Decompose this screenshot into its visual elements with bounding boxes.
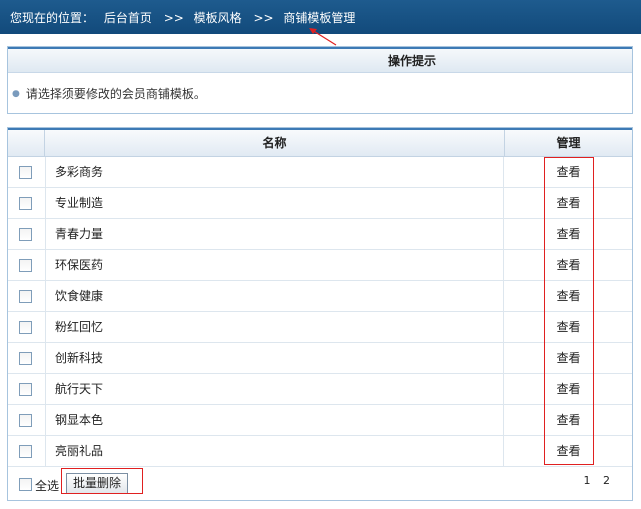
template-name: 航行天下: [45, 374, 504, 404]
template-table: 名称 管理 多彩商务 查看 专业制造 查看 青春力量 查看 环保医药 查看 饮食…: [7, 127, 633, 501]
template-name: 粉红回忆: [45, 312, 504, 342]
table-row: 粉红回忆 查看: [8, 312, 632, 343]
bullet-icon: ●: [12, 89, 20, 99]
row-checkbox[interactable]: [19, 321, 32, 334]
breadcrumb-prefix: 您现在的位置：: [10, 11, 95, 25]
table-row: 多彩商务 查看: [8, 157, 632, 188]
row-checkbox[interactable]: [19, 352, 32, 365]
table-row: 航行天下 查看: [8, 374, 632, 405]
table-row: 钢显本色 查看: [8, 405, 632, 436]
template-name: 青春力量: [45, 219, 504, 249]
breadcrumb-separator: >>: [253, 11, 274, 25]
table-footer: 全选 批量删除 1 2: [8, 464, 632, 500]
select-all-label[interactable]: 全选: [35, 477, 59, 494]
header-checkbox-cell: [8, 130, 45, 157]
page-link-2[interactable]: 2: [603, 474, 610, 487]
header-manage: 管理: [556, 136, 581, 150]
page-link-1[interactable]: 1: [584, 474, 591, 487]
table-row: 专业制造 查看: [8, 188, 632, 219]
view-link[interactable]: 查看: [505, 281, 632, 311]
view-link[interactable]: 查看: [505, 250, 632, 280]
row-checkbox[interactable]: [19, 197, 32, 210]
view-link[interactable]: 查看: [505, 405, 632, 435]
table-row: 亮丽礼品 查看: [8, 436, 632, 467]
batch-delete-button[interactable]: 批量删除: [66, 473, 128, 494]
template-name: 专业制造: [45, 188, 504, 218]
select-all-checkbox[interactable]: [19, 478, 32, 491]
view-link[interactable]: 查看: [505, 374, 632, 404]
view-link[interactable]: 查看: [505, 312, 632, 342]
breadcrumb-current: 商铺模板管理: [283, 11, 356, 25]
row-checkbox[interactable]: [19, 445, 32, 458]
tips-header: 操作提示: [8, 47, 632, 73]
table-header: 名称 管理: [8, 128, 632, 157]
view-link[interactable]: 查看: [505, 157, 632, 187]
operation-tips-panel: 操作提示 ● 请选择须要修改的会员商铺模板。: [7, 46, 633, 114]
annotation-arrow-icon: [309, 28, 337, 46]
header-name: 名称: [45, 130, 505, 157]
breadcrumb-separator: >>: [163, 11, 184, 25]
row-checkbox[interactable]: [19, 414, 32, 427]
table-row: 环保医药 查看: [8, 250, 632, 281]
template-name: 钢显本色: [45, 405, 504, 435]
row-checkbox[interactable]: [19, 228, 32, 241]
template-name: 多彩商务: [45, 157, 504, 187]
view-link[interactable]: 查看: [505, 188, 632, 218]
view-link[interactable]: 查看: [505, 219, 632, 249]
row-checkbox[interactable]: [19, 166, 32, 179]
view-link[interactable]: 查看: [505, 436, 632, 466]
template-name: 亮丽礼品: [45, 436, 504, 466]
pagination: 1 2: [575, 474, 611, 487]
template-name: 创新科技: [45, 343, 504, 373]
template-name: 饮食健康: [45, 281, 504, 311]
breadcrumb-template-style[interactable]: 模板风格: [194, 11, 242, 25]
row-checkbox[interactable]: [19, 290, 32, 303]
table-row: 青春力量 查看: [8, 219, 632, 250]
tips-title: 操作提示: [388, 54, 437, 68]
tips-text: 请选择须要修改的会员商铺模板。: [25, 87, 206, 101]
tips-body: ● 请选择须要修改的会员商铺模板。: [8, 73, 632, 102]
breadcrumb-home[interactable]: 后台首页: [104, 11, 152, 25]
template-name: 环保医药: [45, 250, 504, 280]
row-checkbox[interactable]: [19, 383, 32, 396]
view-link[interactable]: 查看: [505, 343, 632, 373]
table-row: 创新科技 查看: [8, 343, 632, 374]
table-row: 饮食健康 查看: [8, 281, 632, 312]
row-checkbox[interactable]: [19, 259, 32, 272]
